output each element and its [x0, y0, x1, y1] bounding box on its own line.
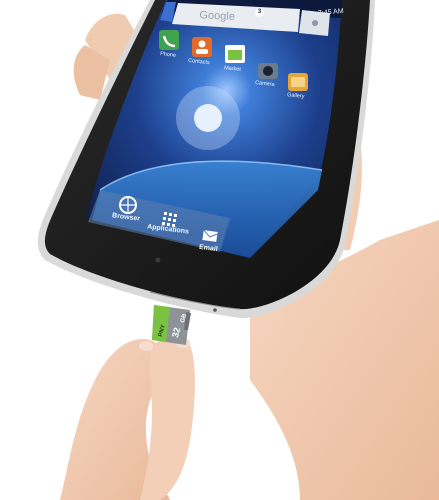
- photo-scene: [0, 0, 439, 500]
- globe-icon: [119, 196, 137, 214]
- gallery-icon: [288, 73, 308, 91]
- market-icon: [225, 45, 245, 63]
- email-icon: [202, 229, 218, 242]
- memory-card: [152, 305, 191, 345]
- camera-icon: [258, 63, 278, 79]
- contacts-icon: [192, 37, 212, 57]
- grid-icon: [162, 212, 177, 227]
- phone-icon: [159, 30, 179, 50]
